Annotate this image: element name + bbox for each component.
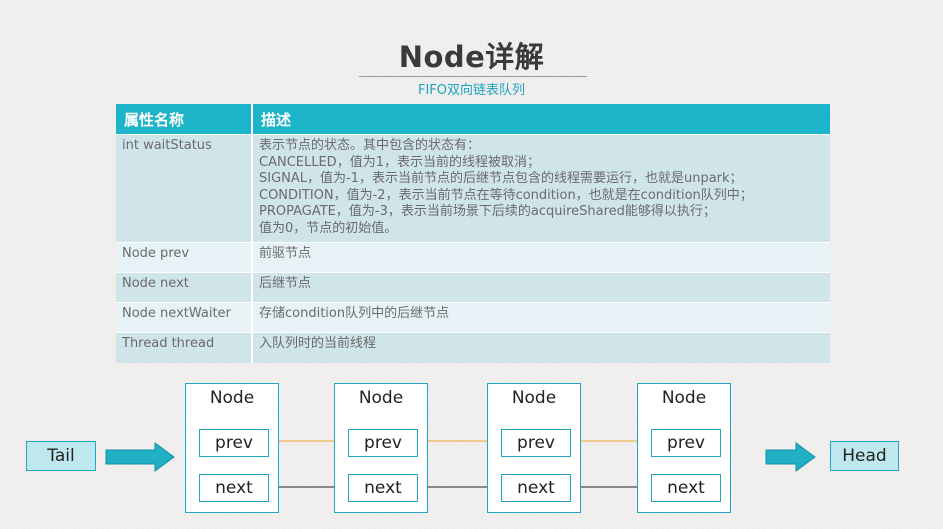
next-field: next (348, 474, 418, 502)
queue-node: Node prev next (185, 383, 279, 513)
tail-block-arrow (105, 442, 175, 472)
head-label-box: Head (830, 441, 899, 471)
head-block-arrow (765, 442, 816, 472)
linked-list-diagram (105, 0, 816, 529)
prev-field: prev (651, 429, 721, 457)
node-title: Node (661, 388, 707, 408)
prev-field: prev (501, 429, 571, 457)
node-title: Node (358, 388, 404, 408)
queue-node: Node prev next (487, 383, 581, 513)
next-field: next (199, 474, 269, 502)
next-field: next (501, 474, 571, 502)
node-title: Node (209, 388, 255, 408)
queue-node: Node prev next (334, 383, 428, 513)
tail-label-box: Tail (26, 441, 96, 471)
prev-field: prev (348, 429, 418, 457)
node-title: Node (511, 388, 557, 408)
next-field: next (651, 474, 721, 502)
queue-node: Node prev next (637, 383, 731, 513)
prev-field: prev (199, 429, 269, 457)
